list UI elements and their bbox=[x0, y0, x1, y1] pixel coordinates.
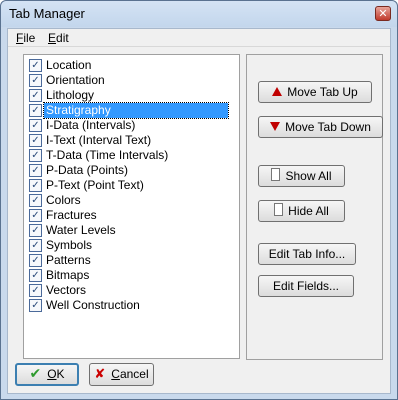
window-title: Tab Manager bbox=[9, 6, 85, 21]
hide-all-label: Hide All bbox=[288, 204, 329, 218]
tab-checkbox[interactable]: ✓ bbox=[29, 194, 42, 207]
tab-checkbox[interactable]: ✓ bbox=[29, 104, 42, 117]
tab-label: I-Data (Intervals) bbox=[46, 118, 136, 132]
tab-list-item[interactable]: ✓ T-Data (Time Intervals) bbox=[26, 148, 235, 163]
cancel-button[interactable]: ✘ Cancel bbox=[89, 363, 154, 386]
edit-fields-button[interactable]: Edit Fields... bbox=[258, 275, 354, 297]
tab-label: Fractures bbox=[46, 208, 97, 222]
tab-list-item[interactable]: ✓ Location bbox=[26, 58, 235, 73]
tab-checkbox[interactable]: ✓ bbox=[29, 299, 42, 312]
tab-label: Location bbox=[46, 58, 92, 72]
tab-label: Stratigraphy bbox=[43, 102, 229, 119]
tab-list-item[interactable]: ✓ Vectors bbox=[26, 283, 235, 298]
tab-list-box[interactable]: ✓ Location ✓ Orientation ✓ Lithology ✓ Stratigr… bbox=[23, 54, 240, 359]
tab-label: Well Construction bbox=[46, 298, 140, 312]
tab-checkbox[interactable]: ✓ bbox=[29, 179, 42, 192]
show-all-button[interactable]: Show All bbox=[258, 165, 345, 187]
tab-checkbox[interactable]: ✓ bbox=[29, 74, 42, 87]
tab-checkbox[interactable]: ✓ bbox=[29, 254, 42, 267]
cancel-accel: C bbox=[111, 367, 120, 381]
move-tab-down-button[interactable]: Move Tab Down bbox=[258, 116, 383, 138]
menu-edit-rest: dit bbox=[56, 31, 69, 45]
hide-all-icon bbox=[274, 203, 284, 217]
move-tab-up-button[interactable]: Move Tab Up bbox=[258, 81, 372, 103]
checkmark-icon: ✔ bbox=[29, 366, 42, 382]
cancel-x-icon: ✘ bbox=[94, 367, 106, 382]
ok-accel: O bbox=[47, 367, 57, 381]
move-tab-up-label: Move Tab Up bbox=[287, 85, 358, 99]
tab-label: P-Text (Point Text) bbox=[46, 178, 144, 192]
tab-list: ✓ Location ✓ Orientation ✓ Lithology ✓ Stratigr… bbox=[26, 58, 235, 313]
tab-label: Patterns bbox=[46, 253, 91, 267]
close-icon[interactable]: ✕ bbox=[375, 6, 391, 21]
tab-label: T-Data (Time Intervals) bbox=[46, 148, 169, 162]
tab-label: Orientation bbox=[46, 73, 105, 87]
ok-button[interactable]: ✔ OK bbox=[15, 363, 79, 386]
cancel-rest: ancel bbox=[119, 367, 149, 381]
menu-edit-accel: E bbox=[48, 31, 57, 45]
dialog-client: File Edit ✓ Location ✓ Orientation ✓ Litholog… bbox=[7, 28, 391, 394]
tab-checkbox[interactable]: ✓ bbox=[29, 284, 42, 297]
tab-checkbox[interactable]: ✓ bbox=[29, 59, 42, 72]
title-bar[interactable]: Tab Manager ✕ bbox=[1, 1, 397, 27]
tab-list-item[interactable]: ✓ Well Construction bbox=[26, 298, 235, 313]
tab-checkbox[interactable]: ✓ bbox=[29, 149, 42, 162]
tab-checkbox[interactable]: ✓ bbox=[29, 119, 42, 132]
menu-edit[interactable]: Edit bbox=[48, 31, 69, 45]
menu-file[interactable]: File bbox=[16, 31, 35, 45]
hide-all-button[interactable]: Hide All bbox=[258, 200, 345, 222]
edit-tab-info-button[interactable]: Edit Tab Info... bbox=[258, 243, 356, 265]
tab-checkbox[interactable]: ✓ bbox=[29, 239, 42, 252]
tab-list-item[interactable]: ✓ P-Data (Points) bbox=[26, 163, 235, 178]
tab-manager-window: Tab Manager ✕ File Edit ✓ Location ✓ Orient… bbox=[0, 0, 398, 400]
tab-checkbox[interactable]: ✓ bbox=[29, 89, 42, 102]
tab-checkbox[interactable]: ✓ bbox=[29, 164, 42, 177]
move-tab-down-label: Move Tab Down bbox=[285, 120, 371, 134]
tab-list-item[interactable]: ✓ Lithology bbox=[26, 88, 235, 103]
tab-label: Water Levels bbox=[46, 223, 116, 237]
tab-label: Lithology bbox=[46, 88, 95, 102]
show-all-icon bbox=[271, 168, 281, 182]
tab-label: Symbols bbox=[46, 238, 93, 252]
tab-list-item[interactable]: ✓ Fractures bbox=[26, 208, 235, 223]
arrow-down-icon bbox=[270, 122, 281, 132]
tab-list-item[interactable]: ✓ Bitmaps bbox=[26, 268, 235, 283]
tab-checkbox[interactable]: ✓ bbox=[29, 224, 42, 237]
menu-file-rest: ile bbox=[23, 31, 36, 45]
tab-list-item[interactable]: ✓ P-Text (Point Text) bbox=[26, 178, 235, 193]
tab-label: Bitmaps bbox=[46, 268, 90, 282]
ok-rest: K bbox=[56, 367, 65, 381]
tab-list-item[interactable]: ✓ Orientation bbox=[26, 73, 235, 88]
tab-list-item[interactable]: ✓ I-Text (Interval Text) bbox=[26, 133, 235, 148]
show-all-label: Show All bbox=[285, 169, 332, 183]
tab-checkbox[interactable]: ✓ bbox=[29, 269, 42, 282]
tab-list-item[interactable]: ✓ Water Levels bbox=[26, 223, 235, 238]
button-panel: Move Tab Up Move Tab Down Show All Hide … bbox=[246, 54, 383, 360]
tab-checkbox[interactable]: ✓ bbox=[29, 134, 42, 147]
tab-checkbox[interactable]: ✓ bbox=[29, 209, 42, 222]
tab-label: Colors bbox=[46, 193, 81, 207]
tab-label: P-Data (Points) bbox=[46, 163, 129, 177]
tab-list-item[interactable]: ✓ Colors bbox=[26, 193, 235, 208]
arrow-up-icon bbox=[272, 87, 283, 97]
menu-bar: File Edit bbox=[8, 29, 390, 47]
tab-list-item[interactable]: ✓ Patterns bbox=[26, 253, 235, 268]
tab-list-item[interactable]: ✓ Stratigraphy bbox=[26, 102, 235, 119]
tab-label: Vectors bbox=[46, 283, 87, 297]
tab-label: I-Text (Interval Text) bbox=[46, 133, 152, 147]
tab-list-item[interactable]: ✓ I-Data (Intervals) bbox=[26, 118, 235, 133]
tab-list-item[interactable]: ✓ Symbols bbox=[26, 238, 235, 253]
